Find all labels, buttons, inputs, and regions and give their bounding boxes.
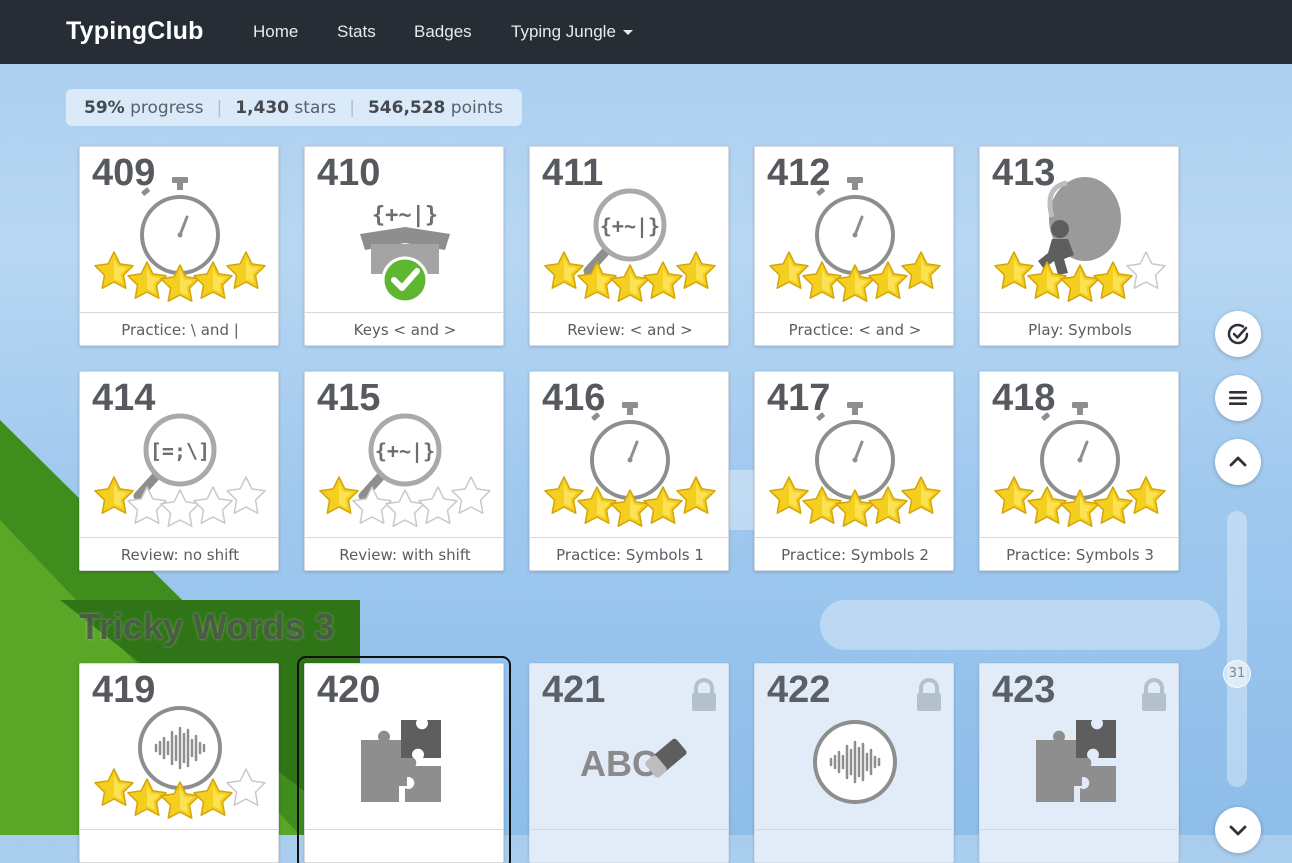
menu-button[interactable] xyxy=(1215,375,1261,421)
lesson-card[interactable]: 414 [=;\] Review: no shift xyxy=(79,371,279,571)
lesson-title xyxy=(305,829,503,862)
stopwatch-icon xyxy=(994,400,1166,527)
lesson-card[interactable]: 415 {+~|} Review: with shift xyxy=(304,371,504,571)
lesson-title: Review: < and > xyxy=(530,312,728,345)
lesson-title: Practice: < and > xyxy=(755,312,953,345)
lesson-card[interactable]: 413 Play: Symbols xyxy=(979,146,1179,346)
points-label: points xyxy=(450,97,504,118)
audio-wave-icon xyxy=(94,706,266,819)
lesson-card-locked[interactable]: 423 xyxy=(979,663,1179,863)
check-circle-icon xyxy=(1227,323,1249,345)
lesson-title: Review: with shift xyxy=(305,537,503,570)
brand-logo[interactable]: TypingClub xyxy=(66,17,204,46)
top-navbar: TypingClub Home Stats Badges Typing Jung… xyxy=(0,0,1292,64)
magnifier-symbols-text: [=;\] xyxy=(150,439,210,463)
lesson-card-locked[interactable]: 421 ABC xyxy=(529,663,729,863)
puzzle-icon xyxy=(361,720,441,802)
lesson-title: Practice: Symbols 1 xyxy=(530,537,728,570)
lesson-card[interactable]: 419 xyxy=(79,663,279,863)
stopwatch-icon xyxy=(544,400,716,527)
lesson-title xyxy=(980,829,1178,862)
magnifier-symbols-text: {+~|} xyxy=(375,439,435,463)
caret-down-icon xyxy=(622,30,633,36)
level-scroll-thumb[interactable]: 31 xyxy=(1223,660,1251,688)
lesson-title: Practice: Symbols 2 xyxy=(755,537,953,570)
magnifier-symbols-icon: [=;\] xyxy=(94,372,266,527)
progress-value: 59% xyxy=(84,97,125,118)
lesson-card[interactable]: 416 Practice: Symbols 1 xyxy=(529,371,729,571)
audio-wave-icon xyxy=(813,720,897,804)
nav-course-label: Typing Jungle xyxy=(511,22,616,41)
divider: | xyxy=(216,97,223,118)
nav-badges-link[interactable]: Badges xyxy=(414,22,472,42)
lesson-title: Practice: \ and | xyxy=(80,312,278,345)
stars-value: 1,430 xyxy=(235,97,290,118)
chevron-up-icon xyxy=(1229,456,1247,467)
divider: | xyxy=(349,97,355,118)
magnifier-symbols-text: {+~|} xyxy=(600,214,660,238)
stars-label: stars xyxy=(294,97,337,118)
lesson-card[interactable]: 409 Practice: \ and | xyxy=(79,146,279,346)
scroll-up-button[interactable] xyxy=(1215,439,1261,485)
lesson-title xyxy=(530,829,728,862)
chevron-down-icon xyxy=(1229,825,1247,836)
nav-course-dropdown[interactable]: Typing Jungle xyxy=(511,22,633,42)
lesson-card[interactable]: 418 Practice: Symbols 3 xyxy=(979,371,1179,571)
lesson-card-locked[interactable]: 422 xyxy=(754,663,954,863)
lesson-title: Play: Symbols xyxy=(980,312,1178,345)
lesson-title: Review: no shift xyxy=(80,537,278,570)
nav-stats-link[interactable]: Stats xyxy=(337,22,376,42)
scroll-down-button[interactable] xyxy=(1215,807,1261,853)
nav-home-link[interactable]: Home xyxy=(253,22,298,42)
symbols-box-icon: {+~|} xyxy=(360,203,450,304)
magnifier-symbols-icon: {+~|} xyxy=(544,147,716,302)
lesson-title xyxy=(80,829,278,862)
puzzle-icon xyxy=(1036,720,1116,802)
lesson-card[interactable]: 412 Practice: < and > xyxy=(754,146,954,346)
points-value: 546,528 xyxy=(367,97,446,118)
background-cloud xyxy=(820,600,1220,650)
stopwatch-icon xyxy=(769,400,941,527)
abc-eraser-icon: ABC xyxy=(580,738,687,784)
lesson-card-selected[interactable]: 420 xyxy=(297,656,511,863)
check-badge-icon xyxy=(381,256,429,304)
progress-summary: 59% progress | 1,430 stars | 546,528 poi… xyxy=(66,89,522,126)
lesson-card[interactable]: 417 Practice: Symbols 2 xyxy=(754,371,954,571)
progress-label: progress xyxy=(130,97,204,118)
check-progress-button[interactable] xyxy=(1215,311,1261,357)
section-title: Tricky Words 3 xyxy=(79,606,335,647)
magnifier-symbols-icon: {+~|} xyxy=(319,372,491,527)
lesson-title: Practice: Symbols 3 xyxy=(980,537,1178,570)
box-symbols-text: {+~|} xyxy=(372,203,438,228)
menu-icon xyxy=(1229,391,1247,405)
scroll-track[interactable] xyxy=(1227,511,1247,787)
lesson-card[interactable]: 410 {+~|} Keys < and > xyxy=(304,146,504,346)
lesson-card[interactable]: 411 {+~|} Review: < and > xyxy=(529,146,729,346)
lesson-title: Keys < and > xyxy=(305,312,503,345)
stopwatch-icon xyxy=(94,175,266,302)
lesson-title xyxy=(755,829,953,862)
hot-air-balloon-game-icon xyxy=(994,177,1166,302)
stopwatch-icon xyxy=(769,175,941,302)
